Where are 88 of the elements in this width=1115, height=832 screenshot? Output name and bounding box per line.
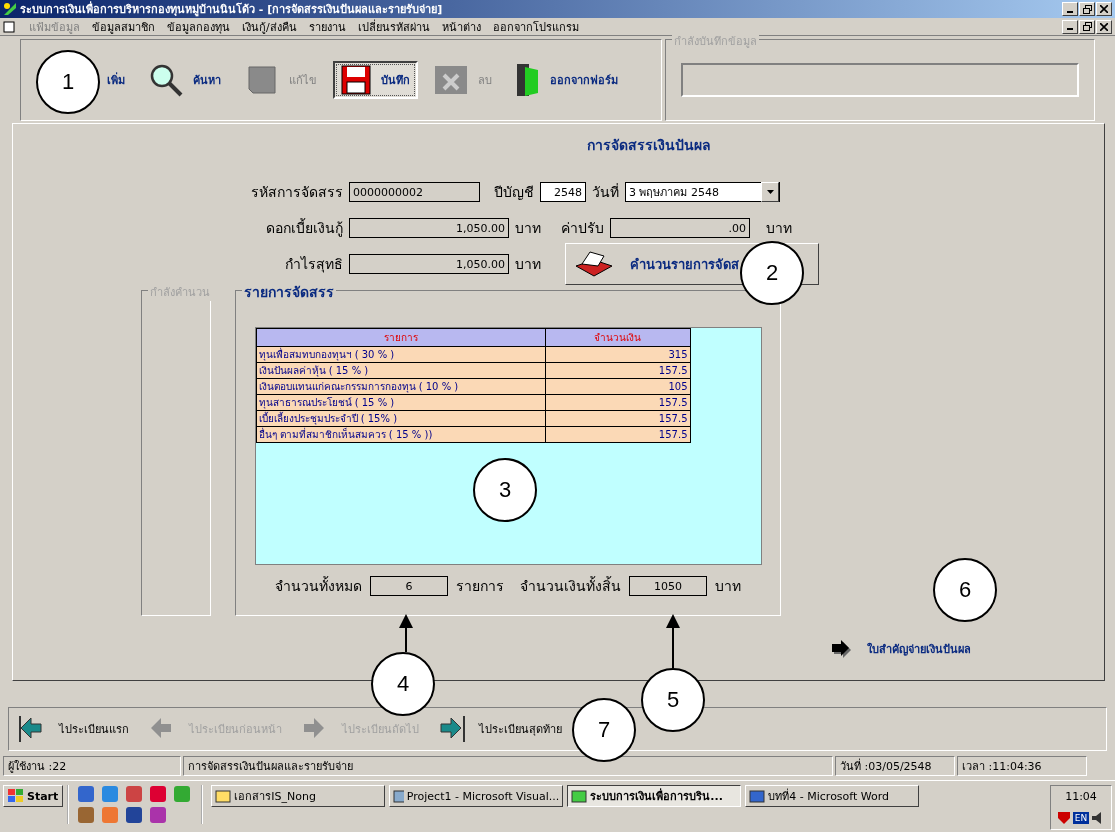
unit-label: บาท xyxy=(715,577,741,596)
door-icon xyxy=(516,63,540,97)
voucher-link[interactable]: ใบสำคัญจ่ายเงินปันผล xyxy=(867,640,971,658)
window-title: ระบบการเงินเพื่อการบริหารกองทุนหมู่บ้านนินโด้ว - [การจัดสรรเงินปันผลและรายรับจ่าย] xyxy=(20,0,444,18)
field-label: รหัสการจัดสรร xyxy=(250,183,343,202)
page-icon xyxy=(245,63,279,97)
search-icon xyxy=(149,63,183,97)
field-label: กำไรสุทธิ xyxy=(284,255,343,275)
toolbar-button[interactable]: ออกจากฟอร์ม xyxy=(508,59,626,101)
minimize-icon xyxy=(1067,28,1073,30)
close-button[interactable] xyxy=(1096,19,1112,34)
taskbar-button[interactable]: บทที่4 - Microsoft Word xyxy=(745,785,920,807)
callout-number: 6 xyxy=(933,558,997,622)
menu-item[interactable]: หน้าต่าง xyxy=(441,17,481,36)
close-button[interactable] xyxy=(1096,2,1112,16)
taskbar-button[interactable]: เอกสารIS_Nong xyxy=(211,785,386,807)
quick-launch-icon[interactable] xyxy=(149,785,168,803)
callout-number: 7 xyxy=(572,698,636,762)
unit-label: รายการ xyxy=(456,577,504,596)
restore-button[interactable] xyxy=(1079,19,1095,34)
quick-launch-icon[interactable] xyxy=(125,806,144,824)
taskbar-button[interactable]: ระบบการเงินเพื่อการบริน... xyxy=(567,785,742,807)
quick-launch-icon[interactable] xyxy=(77,806,96,824)
close-icon xyxy=(1100,22,1108,31)
profit-field[interactable]: 1,050.00 xyxy=(349,254,509,274)
minimize-button[interactable] xyxy=(1062,2,1078,16)
start-button[interactable]: Start xyxy=(3,785,64,807)
callout-number: 5 xyxy=(641,668,705,732)
callout-number: 1 xyxy=(36,50,100,114)
status-field: เวลา :11:04:36 xyxy=(957,756,1087,776)
delete-icon xyxy=(434,65,468,95)
minimize-icon xyxy=(1067,10,1073,13)
quick-launch-icon[interactable] xyxy=(125,785,144,803)
dropdown-arrow-icon xyxy=(766,190,774,194)
field-label: ค่าปรับ xyxy=(561,219,604,238)
right-arrow-icon xyxy=(831,640,853,658)
fine-field[interactable]: .00 xyxy=(610,218,750,238)
column-header: รายการ xyxy=(256,328,545,347)
windows-logo-icon xyxy=(8,789,24,803)
menu-item[interactable]: ข้อมูลสมาชิก xyxy=(92,17,155,36)
language-indicator[interactable]: EN xyxy=(1072,812,1090,824)
year-field[interactable]: 2548 xyxy=(540,182,586,202)
taskbar-button[interactable]: Project1 - Microsoft Visual... xyxy=(389,785,564,807)
date-dropdown[interactable]: 3 พฤษภาคม 2548 xyxy=(625,182,780,202)
quick-launch-icon[interactable] xyxy=(149,806,168,824)
clock: 11:04 xyxy=(1065,790,1097,803)
quick-launch-icon[interactable] xyxy=(77,785,96,803)
callout-number: 4 xyxy=(371,652,435,716)
document-icon xyxy=(3,20,17,33)
shield-icon xyxy=(1056,811,1071,825)
app-icon xyxy=(215,789,232,803)
navigation-button[interactable]: ไประเบียนแรก xyxy=(19,716,129,742)
menu-item[interactable]: เงินกู้/ส่งคืน xyxy=(242,17,297,36)
toolbar-button[interactable]: ค้นหา xyxy=(141,59,229,101)
status-field: ผู้ใช้งาน :22 xyxy=(3,756,181,776)
field-label: จำนวนเงินทั้งสิ้น xyxy=(520,575,621,596)
code-field[interactable]: 0000000002 xyxy=(349,182,480,202)
app-icon xyxy=(393,789,404,803)
field-label: วันที่ xyxy=(592,182,619,202)
unit-label: บาท xyxy=(515,255,541,274)
minimize-button[interactable] xyxy=(1062,19,1078,34)
interest-field[interactable]: 1,050.00 xyxy=(349,218,509,238)
column-header: จำนวนเงิน xyxy=(545,328,690,347)
field-label: ปีบัญชี xyxy=(494,183,534,202)
menu-item[interactable]: ข้อมูลกองทุน xyxy=(167,17,230,36)
toolbar-button[interactable]: บันทึก xyxy=(333,61,418,99)
navigation-button[interactable]: ไประเบียนสุดท้าย xyxy=(439,716,562,742)
app-icon xyxy=(749,789,766,803)
count-field[interactable]: 6 xyxy=(370,576,448,596)
unit-label: บาท xyxy=(766,219,792,238)
menu-item[interactable]: รายงาน xyxy=(308,17,346,36)
left-arrow-icon xyxy=(19,716,45,742)
menu-item[interactable]: เปลี่ยนรหัสผ่าน xyxy=(357,17,430,36)
right-arrow-icon xyxy=(439,716,465,742)
status-field: การจัดสรรเงินปันผลและรายรับจ่าย xyxy=(183,756,833,776)
close-icon xyxy=(1100,5,1108,13)
app-icon xyxy=(3,2,17,16)
restore-button[interactable] xyxy=(1079,2,1095,16)
callout-number: 2 xyxy=(740,241,804,305)
app-icon xyxy=(571,789,588,803)
form-title: การจัดสรรเงินปันผล xyxy=(585,136,712,155)
field-label: ดอกเบี้ยเงินกู้ xyxy=(265,217,343,239)
amount-field[interactable]: 1050 xyxy=(629,576,707,596)
unit-label: บาท xyxy=(515,219,541,238)
status-field: วันที่ :03/05/2548 xyxy=(835,756,955,776)
menu-item[interactable]: ออกจากโปรแกรม xyxy=(492,17,579,36)
toolbar-button[interactable]: เพิ่ม xyxy=(99,67,133,93)
field-label: จำนวนทั้งหมด xyxy=(275,575,362,596)
